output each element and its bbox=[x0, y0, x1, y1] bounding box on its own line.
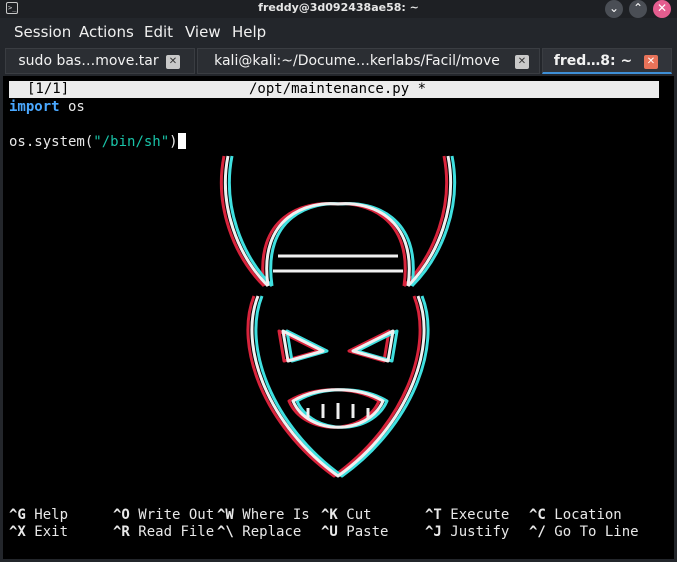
code-line-1[interactable]: import os bbox=[9, 99, 85, 115]
shortcut-cut[interactable]: ^K Cut bbox=[321, 507, 372, 523]
module-name: os bbox=[59, 99, 85, 115]
shortcut-label: Write Out bbox=[138, 507, 215, 523]
close-tab-icon[interactable]: ✕ bbox=[515, 55, 529, 69]
nano-header-bar: [1/1] /opt/maintenance.py * bbox=[9, 81, 659, 98]
shortcut-where-is[interactable]: ^W Where Is bbox=[217, 507, 310, 523]
shortcut-label: Help bbox=[34, 507, 69, 523]
shortcut-justify[interactable]: ^J Justify bbox=[425, 524, 509, 540]
shortcut-label: Execute bbox=[450, 507, 510, 523]
shortcut-label: Paste bbox=[346, 524, 389, 540]
close-button[interactable]: ✕ bbox=[653, 0, 671, 18]
shortcut-label: Cut bbox=[346, 507, 372, 523]
shortcut-key: ^R bbox=[113, 524, 130, 540]
tab-bar: sudo bas…move.tar ✕ kali@kali:~/Docume…k… bbox=[0, 46, 677, 76]
shortcut-go-to-line[interactable]: ^/ Go To Line bbox=[529, 524, 639, 540]
shortcut-key: ^\ bbox=[217, 524, 234, 540]
keyword-import: import bbox=[9, 99, 60, 115]
tab-label: fred…8: ~ bbox=[553, 53, 633, 69]
minimize-button[interactable]: ⌄ bbox=[605, 0, 623, 18]
tab-label: kali@kali:~/Docume…kerlabs/Facil/move bbox=[214, 53, 500, 69]
tab-freddy[interactable]: fred…8: ~ ✕ bbox=[542, 48, 672, 74]
shortcut-key: ^U bbox=[321, 524, 338, 540]
close-icon: ✕ bbox=[656, 1, 668, 15]
shortcut-label: Read File bbox=[138, 524, 215, 540]
shortcut-key: ^W bbox=[217, 507, 234, 523]
close-tab-icon[interactable]: ✕ bbox=[644, 55, 658, 69]
shortcut-read-file[interactable]: ^R Read File bbox=[113, 524, 214, 540]
shortcut-execute[interactable]: ^T Execute bbox=[425, 507, 509, 523]
minimize-icon: ⌄ bbox=[608, 1, 620, 15]
menu-bar: Session Actions Edit View Help bbox=[0, 20, 677, 44]
shortcut-label: Go To Line bbox=[554, 524, 639, 540]
text-cursor bbox=[177, 133, 186, 149]
shortcut-label: Justify bbox=[450, 524, 510, 540]
shortcut-key: ^X bbox=[9, 524, 26, 540]
title-bar[interactable]: >_ freddy@3d092438ae58: ~ ⌄ ⌃ ✕ bbox=[0, 0, 677, 18]
shortcut-key: ^C bbox=[529, 507, 546, 523]
terminal-window: >_ freddy@3d092438ae58: ~ ⌄ ⌃ ✕ Session … bbox=[0, 0, 677, 562]
shortcut-key: ^/ bbox=[529, 524, 546, 540]
menu-actions[interactable]: Actions bbox=[79, 23, 134, 41]
shortcut-label: Exit bbox=[34, 524, 69, 540]
shortcut-key: ^O bbox=[113, 507, 130, 523]
shortcut-label: Location bbox=[554, 507, 622, 523]
maximize-button[interactable]: ⌃ bbox=[629, 0, 647, 18]
menu-session[interactable]: Session bbox=[14, 23, 71, 41]
shortcut-label: Replace bbox=[242, 524, 302, 540]
oni-mask-wallpaper-icon bbox=[219, 155, 457, 478]
menu-edit[interactable]: Edit bbox=[144, 23, 173, 41]
file-name: /opt/maintenance.py * bbox=[249, 81, 427, 97]
shortcut-key: ^K bbox=[321, 507, 338, 523]
menu-help[interactable]: Help bbox=[232, 23, 266, 41]
tab-sudo-bash[interactable]: sudo bas…move.tar ✕ bbox=[5, 48, 195, 74]
shortcut-write-out[interactable]: ^O Write Out bbox=[113, 507, 214, 523]
shortcut-key: ^G bbox=[9, 507, 26, 523]
shortcut-help[interactable]: ^G Help bbox=[9, 507, 68, 523]
shortcut-exit[interactable]: ^X Exit bbox=[9, 524, 68, 540]
buffer-position: [1/1] bbox=[27, 81, 70, 97]
code-line-3[interactable]: os.system("/bin/sh") bbox=[9, 133, 186, 150]
shortcut-paste[interactable]: ^U Paste bbox=[321, 524, 388, 540]
tab-kali-documents[interactable]: kali@kali:~/Docume…kerlabs/Facil/move ✕ bbox=[197, 48, 540, 74]
call-suffix: ) bbox=[169, 134, 178, 150]
call-prefix: os.system( bbox=[9, 134, 94, 150]
menu-view[interactable]: View bbox=[185, 23, 221, 41]
shortcut-key: ^J bbox=[425, 524, 442, 540]
window-title: freddy@3d092438ae58: ~ bbox=[258, 1, 419, 14]
maximize-icon: ⌃ bbox=[632, 1, 644, 15]
shortcut-location[interactable]: ^C Location bbox=[529, 507, 622, 523]
terminal-area[interactable]: [1/1] /opt/maintenance.py * import os os… bbox=[3, 76, 674, 559]
string-literal: "/bin/sh" bbox=[93, 134, 170, 150]
shortcut-replace[interactable]: ^\ Replace bbox=[217, 524, 301, 540]
close-tab-icon[interactable]: ✕ bbox=[166, 55, 180, 69]
tab-label: sudo bas…move.tar bbox=[18, 53, 159, 69]
shortcut-label: Where Is bbox=[242, 507, 310, 523]
shortcut-key: ^T bbox=[425, 507, 442, 523]
